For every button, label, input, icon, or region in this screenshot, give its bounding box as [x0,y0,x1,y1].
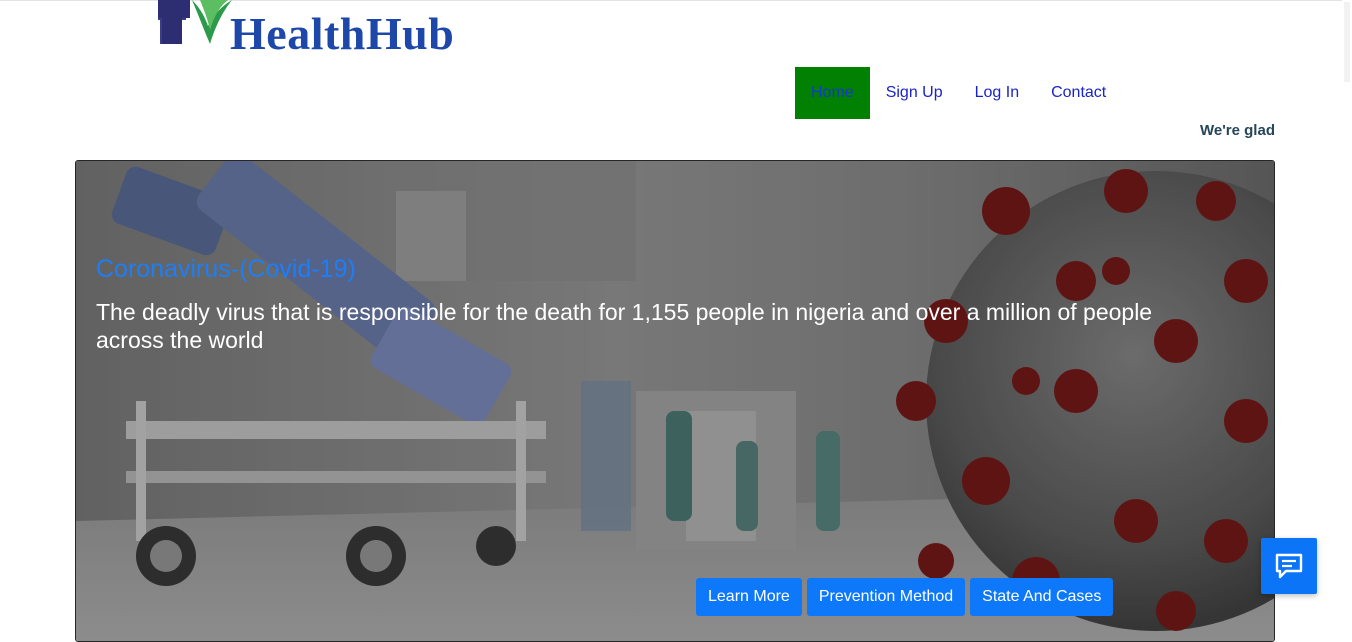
hero-actions: Learn More Prevention Method State And C… [696,578,1114,616]
nav-sign-up[interactable]: Sign Up [870,67,959,119]
scroll-thumb[interactable] [1344,2,1350,82]
main-nav: Home Sign Up Log In Contact [795,67,1122,119]
learn-more-button[interactable]: Learn More [696,578,802,616]
scrollbar[interactable] [1342,0,1352,626]
chat-bubble-icon [1275,553,1303,579]
marquee: We're glad [1100,120,1275,142]
hero-title: Coronavirus-(Covid-19) [96,255,356,283]
chat-widget-button[interactable] [1261,538,1317,594]
state-and-cases-button[interactable]: State And Cases [970,578,1114,616]
hero-background-image [76,161,1274,641]
brand-logo[interactable]: HealthHub [158,0,478,60]
hero-description: The deadly virus that is responsible for… [96,299,1153,353]
prevention-method-button[interactable]: Prevention Method [806,578,966,616]
nav-contact[interactable]: Contact [1035,67,1122,119]
nav-home[interactable]: Home [795,67,870,119]
brand-name: HealthHub [230,8,455,59]
logo-mark-icon [158,0,232,44]
marquee-text: We're glad [1200,122,1275,139]
nav-log-in[interactable]: Log In [959,67,1035,119]
hero-carousel: Coronavirus-(Covid-19) The deadly virus … [75,160,1275,642]
